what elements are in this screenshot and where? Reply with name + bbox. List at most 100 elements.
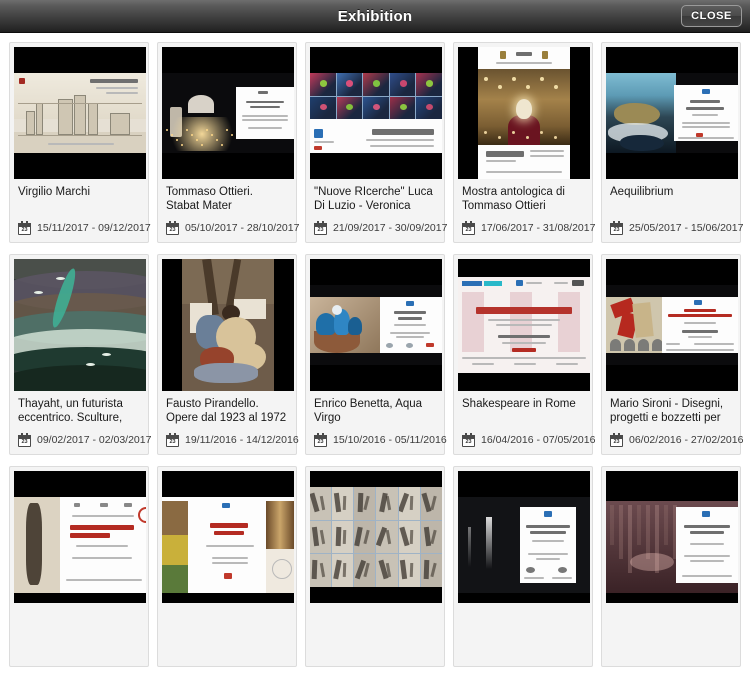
exhibition-title: Virgilio Marchi xyxy=(18,186,91,198)
exhibition-title xyxy=(166,609,288,637)
exhibition-card-body: Shakespeare in Rome 23 16/04/2016 - 07/05/… xyxy=(458,391,595,454)
exhibition-dates: 05/10/2017 - 28/10/2017 xyxy=(185,222,300,234)
calendar-icon-day: 23 xyxy=(317,438,324,445)
exhibition-title: "Nuove RIcerche" Luca Di Luzio - Veronic… xyxy=(314,186,433,212)
exhibition-card-body: Thayaht, un futurista eccentrico. Scultu… xyxy=(14,391,151,454)
exhibition-title: Fausto Pirandello. Opere dal 1923 al 197… xyxy=(166,398,287,424)
exhibition-date-row: 23 06/02/2016 - 27/02/2016 xyxy=(610,432,743,448)
exhibition-date-row: 23 09/02/2017 - 02/03/2017 xyxy=(18,432,151,448)
exhibition-thumbnail xyxy=(14,47,146,179)
exhibition-card-body: Mario Sironi - Disegni, progetti e bozze… xyxy=(606,391,743,454)
exhibition-card[interactable] xyxy=(157,466,297,667)
calendar-icon: 23 xyxy=(314,433,328,447)
exhibition-card[interactable]: Virgilio Marchi 23 15/11/2017 - 09/12/2017 xyxy=(9,42,151,243)
exhibition-date-row: 23 16/04/2016 - 07/05/2016 xyxy=(462,432,595,448)
exhibition-thumbnail xyxy=(162,471,294,603)
exhibition-date-row: 23 19/11/2016 - 14/12/2016 xyxy=(166,432,299,448)
exhibition-title: Tommaso Ottieri. Stabat Mater xyxy=(166,186,253,212)
exhibition-dates: 15/11/2017 - 09/12/2017 xyxy=(37,222,151,234)
exhibition-card-body: Mostra antologica di Tommaso Ottieri 23 17… xyxy=(458,179,595,242)
calendar-icon-day: 23 xyxy=(613,438,620,445)
exhibition-thumbnail xyxy=(14,259,146,391)
exhibition-card-body: Enrico Benetta, Aqua Virgo 23 15/10/2016 -… xyxy=(310,391,447,454)
exhibition-date-row: 23 25/05/2017 - 15/06/2017 xyxy=(610,220,743,236)
exhibition-card-body: Tommaso Ottieri. Stabat Mater 23 05/10/201… xyxy=(162,179,299,242)
exhibition-date-row xyxy=(166,644,288,660)
exhibition-card-body xyxy=(458,603,588,666)
exhibition-dates: 21/09/2017 - 30/09/2017 xyxy=(333,222,448,234)
exhibition-card-body xyxy=(14,603,144,666)
page-title: Exhibition xyxy=(337,7,413,25)
calendar-icon: 23 xyxy=(610,433,624,447)
exhibition-thumbnail xyxy=(310,259,442,391)
exhibition-title xyxy=(610,609,732,637)
exhibition-dates: 06/02/2016 - 27/02/2016 xyxy=(629,434,744,446)
exhibition-date-row xyxy=(610,644,732,660)
window-titlebar: Exhibition CLOSE xyxy=(0,0,750,33)
calendar-icon: 23 xyxy=(166,221,180,235)
calendar-icon-day: 23 xyxy=(317,226,324,233)
exhibition-thumbnail xyxy=(162,259,294,391)
exhibition-date-row: 23 05/10/2017 - 28/10/2017 xyxy=(166,220,299,236)
exhibition-dates: 17/06/2017 - 31/08/2017 xyxy=(481,222,596,234)
exhibition-card[interactable]: Aequilibrium 23 25/05/2017 - 15/06/2017 xyxy=(601,42,743,243)
exhibition-thumbnail xyxy=(310,471,442,603)
calendar-icon: 23 xyxy=(610,221,624,235)
exhibition-title xyxy=(18,609,140,637)
exhibition-title: Mario Sironi - Disegni, progetti e bozze… xyxy=(610,398,724,424)
exhibition-card-body: Fausto Pirandello. Opere dal 1923 al 197… xyxy=(162,391,299,454)
exhibition-dates: 16/04/2016 - 07/05/2016 xyxy=(481,434,596,446)
exhibition-date-row: 23 21/09/2017 - 30/09/2017 xyxy=(314,220,447,236)
calendar-icon-day: 23 xyxy=(169,438,176,445)
exhibition-card[interactable]: Enrico Benetta, Aqua Virgo 23 15/10/2016 -… xyxy=(305,254,447,455)
exhibition-card-body: Virgilio Marchi 23 15/11/2017 - 09/12/2017 xyxy=(14,179,151,242)
exhibition-title: Mostra antologica di Tommaso Ottieri xyxy=(462,186,565,212)
exhibition-dates: 25/05/2017 - 15/06/2017 xyxy=(629,222,744,234)
exhibition-card[interactable]: Tommaso Ottieri. Stabat Mater 23 05/10/201… xyxy=(157,42,299,243)
exhibition-thumbnail xyxy=(310,47,442,179)
exhibition-dates: 09/02/2017 - 02/03/2017 xyxy=(37,434,152,446)
exhibition-dates: 19/11/2016 - 14/12/2016 xyxy=(185,434,299,446)
exhibition-card[interactable]: Thayaht, un futurista eccentrico. Scultu… xyxy=(9,254,151,455)
exhibition-date-row xyxy=(18,644,140,660)
exhibition-thumbnail xyxy=(606,259,738,391)
calendar-icon-day: 23 xyxy=(465,438,472,445)
exhibition-card[interactable]: Shakespeare in Rome 23 16/04/2016 - 07/05/… xyxy=(453,254,595,455)
exhibition-card[interactable] xyxy=(305,466,445,667)
exhibition-card[interactable] xyxy=(601,466,741,667)
exhibition-title xyxy=(462,609,584,637)
exhibition-date-row xyxy=(462,644,584,660)
calendar-icon: 23 xyxy=(18,221,32,235)
close-button[interactable]: CLOSE xyxy=(681,5,742,27)
exhibition-thumbnail xyxy=(606,47,738,179)
exhibition-title: Enrico Benetta, Aqua Virgo xyxy=(314,398,423,424)
exhibition-thumbnail xyxy=(606,471,738,603)
exhibition-card[interactable] xyxy=(453,466,593,667)
exhibition-card-body xyxy=(162,603,292,666)
exhibition-title: Thayaht, un futurista eccentrico. Scultu… xyxy=(18,398,123,424)
exhibition-card-body xyxy=(310,603,440,666)
exhibition-title xyxy=(314,609,436,637)
calendar-icon-day: 23 xyxy=(169,226,176,233)
exhibition-thumbnail xyxy=(14,471,146,603)
exhibition-date-row xyxy=(314,644,436,660)
exhibition-grid: Virgilio Marchi 23 15/11/2017 - 09/12/2017… xyxy=(0,33,750,675)
exhibition-card[interactable]: Fausto Pirandello. Opere dal 1923 al 197… xyxy=(157,254,299,455)
exhibition-card[interactable]: Mario Sironi - Disegni, progetti e bozze… xyxy=(601,254,743,455)
exhibition-title: Shakespeare in Rome xyxy=(462,398,576,410)
calendar-icon: 23 xyxy=(314,221,328,235)
calendar-icon: 23 xyxy=(166,433,180,447)
exhibition-dates: 15/10/2016 - 05/11/2016 xyxy=(333,434,447,446)
exhibition-card[interactable]: "Nuove RIcerche" Luca Di Luzio - Veronic… xyxy=(305,42,447,243)
exhibition-date-row: 23 17/06/2017 - 31/08/2017 xyxy=(462,220,595,236)
calendar-icon-day: 23 xyxy=(21,438,28,445)
calendar-icon-day: 23 xyxy=(613,226,620,233)
exhibition-card-body: "Nuove RIcerche" Luca Di Luzio - Veronic… xyxy=(310,179,447,242)
calendar-icon: 23 xyxy=(462,221,476,235)
exhibition-thumbnail xyxy=(458,47,590,179)
exhibition-date-row: 23 15/11/2017 - 09/12/2017 xyxy=(18,220,151,236)
exhibition-date-row: 23 15/10/2016 - 05/11/2016 xyxy=(314,432,447,448)
exhibition-card[interactable] xyxy=(9,466,149,667)
exhibition-card[interactable]: Mostra antologica di Tommaso Ottieri 23 17… xyxy=(453,42,595,243)
exhibition-card-body: Aequilibrium 23 25/05/2017 - 15/06/2017 xyxy=(606,179,743,242)
